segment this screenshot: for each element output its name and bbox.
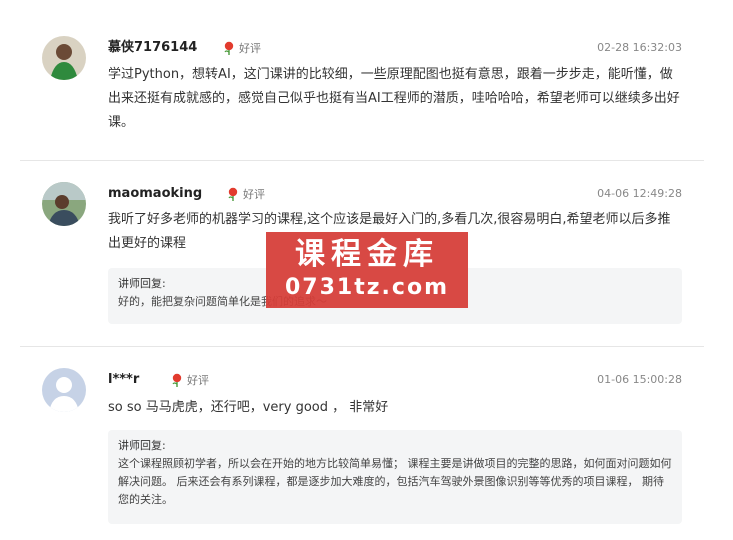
review-item: 慕侠7176144 好评 02-28 16:32:03 学过Python，想转A… xyxy=(20,0,704,161)
rating-label: 好评 xyxy=(243,188,265,201)
rating-label: 好评 xyxy=(239,42,261,55)
watermark-logo: 课程金库 0731tz.com xyxy=(266,232,468,308)
rating-badge: 好评 xyxy=(222,38,261,58)
review-content: so so 马马虎虎，还行吧，very good ， 非常好 xyxy=(108,400,389,415)
timestamp: 04-06 12:49:28 xyxy=(597,187,682,200)
reply-title: 讲师回复: xyxy=(118,439,166,452)
flower-icon xyxy=(172,373,182,387)
avatar[interactable] xyxy=(42,368,86,412)
watermark-subtitle: 0731tz.com xyxy=(285,275,449,300)
username[interactable]: maomaoking xyxy=(108,184,202,204)
rating-label: 好评 xyxy=(187,374,209,387)
username[interactable]: 慕侠7176144 xyxy=(108,38,197,58)
timestamp: 01-06 15:00:28 xyxy=(597,373,682,386)
avatar[interactable] xyxy=(42,182,86,226)
avatar[interactable] xyxy=(42,36,86,80)
watermark-title: 课程金库 xyxy=(295,237,439,272)
flower-icon xyxy=(224,41,234,55)
timestamp: 02-28 16:32:03 xyxy=(597,41,682,54)
username[interactable]: l***r xyxy=(108,370,139,390)
review-content: 学过Python，想转AI，这门课讲的比较细，一些原理配图也挺有意思，跟着一步步… xyxy=(108,67,680,130)
review-item: l***r 好评 01-06 15:00:28 so so 马马虎虎，还行吧，v… xyxy=(20,346,704,540)
flower-icon xyxy=(228,187,238,201)
rating-badge: 好评 xyxy=(226,184,265,204)
rating-badge: 好评 xyxy=(170,370,209,390)
reply-text: 这个课程照顾初学者，所以会在开始的地方比较简单易懂； 课程主要是讲做项目的完整的… xyxy=(118,457,672,506)
instructor-reply: 讲师回复: 这个课程照顾初学者，所以会在开始的地方比较简单易懂； 课程主要是讲做… xyxy=(108,430,682,524)
